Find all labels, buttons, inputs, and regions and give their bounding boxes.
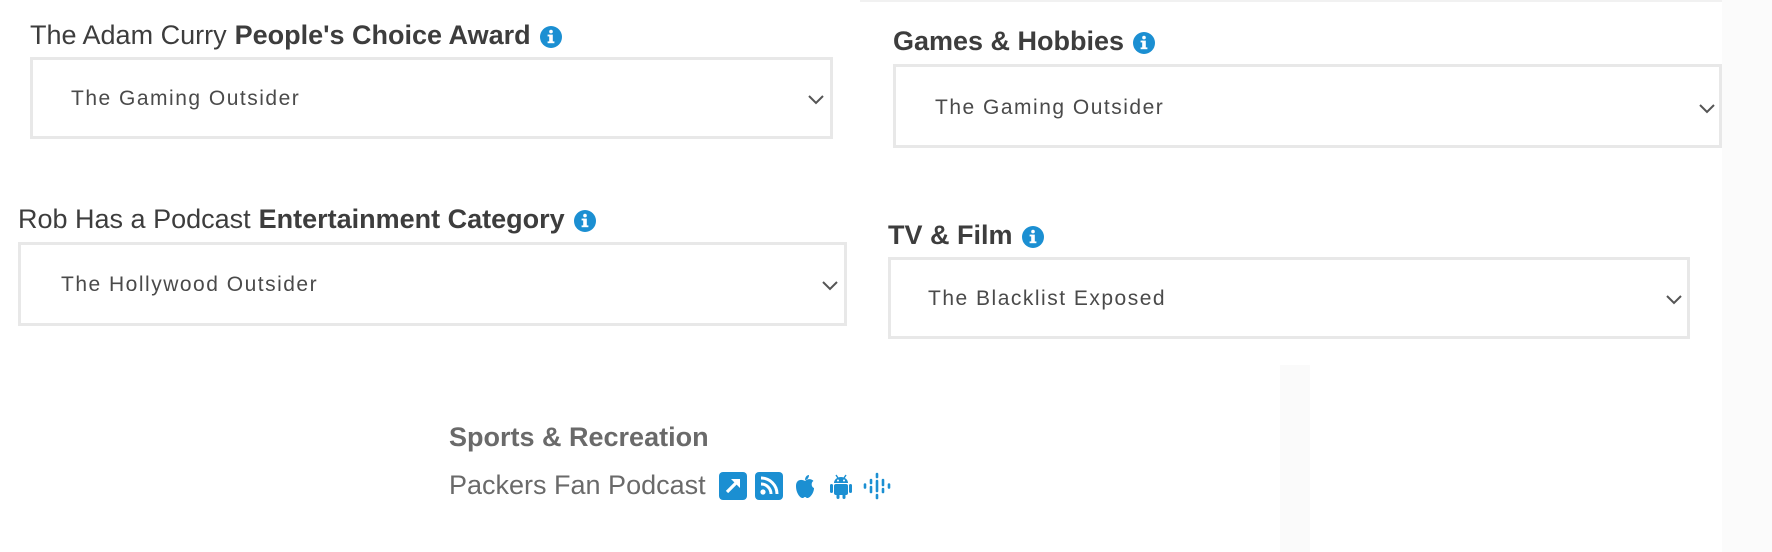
info-icon[interactable] <box>1021 223 1045 248</box>
label-sponsor-text: Rob Has a Podcast <box>18 204 251 234</box>
select-value: The Hollywood Outsider <box>61 273 319 296</box>
chevron-down-icon <box>1666 295 1682 305</box>
label-category-text: Entertainment Category <box>258 204 565 234</box>
awards-voting-page: The Adam Curry People's Choice Award The… <box>0 0 1772 552</box>
apple-icon[interactable] <box>790 471 820 501</box>
select-value: The Blacklist Exposed <box>928 287 1167 310</box>
field-games-hobbies: Games & Hobbies <box>893 24 1156 58</box>
label-sponsor-text: The Adam Curry <box>30 20 227 50</box>
info-icon[interactable] <box>1132 29 1156 54</box>
chevron-down-icon <box>1699 104 1715 114</box>
select-value: The Gaming Outsider <box>935 96 1165 119</box>
info-icon[interactable] <box>539 23 563 48</box>
panel-edge <box>1280 365 1310 552</box>
android-icon[interactable] <box>826 471 856 501</box>
rss-icon[interactable] <box>754 471 784 501</box>
label-category-text: TV & Film <box>888 220 1013 250</box>
label-category-text: Games & Hobbies <box>893 26 1125 56</box>
sports-recreation-title: Sports & Recreation <box>449 422 709 452</box>
info-icon[interactable] <box>573 207 597 232</box>
panel-edge <box>860 0 1772 2</box>
google-podcasts-icon[interactable] <box>862 471 892 501</box>
peoples-choice-select[interactable]: The Gaming Outsider <box>30 57 833 139</box>
chevron-down-icon <box>822 281 838 291</box>
sports-podcast-row: Packers Fan Podcast <box>449 470 898 501</box>
games-hobbies-select[interactable]: The Gaming Outsider <box>893 64 1722 148</box>
field-peoples-choice: The Adam Curry People's Choice Award <box>30 18 563 52</box>
label-category-text: People's Choice Award <box>234 20 531 50</box>
entertainment-select[interactable]: The Hollywood Outsider <box>18 242 847 326</box>
panel-edge <box>1722 0 1772 552</box>
external-link-icon[interactable] <box>718 471 748 501</box>
podcast-name: Packers Fan Podcast <box>449 470 706 500</box>
chevron-down-icon <box>808 95 824 105</box>
field-label: Rob Has a Podcast Entertainment Category <box>18 202 597 236</box>
field-tv-film: TV & Film <box>888 218 1045 252</box>
select-value: The Gaming Outsider <box>71 87 301 110</box>
field-label: TV & Film <box>888 218 1045 252</box>
tv-film-select[interactable]: The Blacklist Exposed <box>888 257 1690 339</box>
field-label: Games & Hobbies <box>893 24 1156 58</box>
field-entertainment: Rob Has a Podcast Entertainment Category <box>18 202 597 236</box>
field-label: The Adam Curry People's Choice Award <box>30 18 563 52</box>
